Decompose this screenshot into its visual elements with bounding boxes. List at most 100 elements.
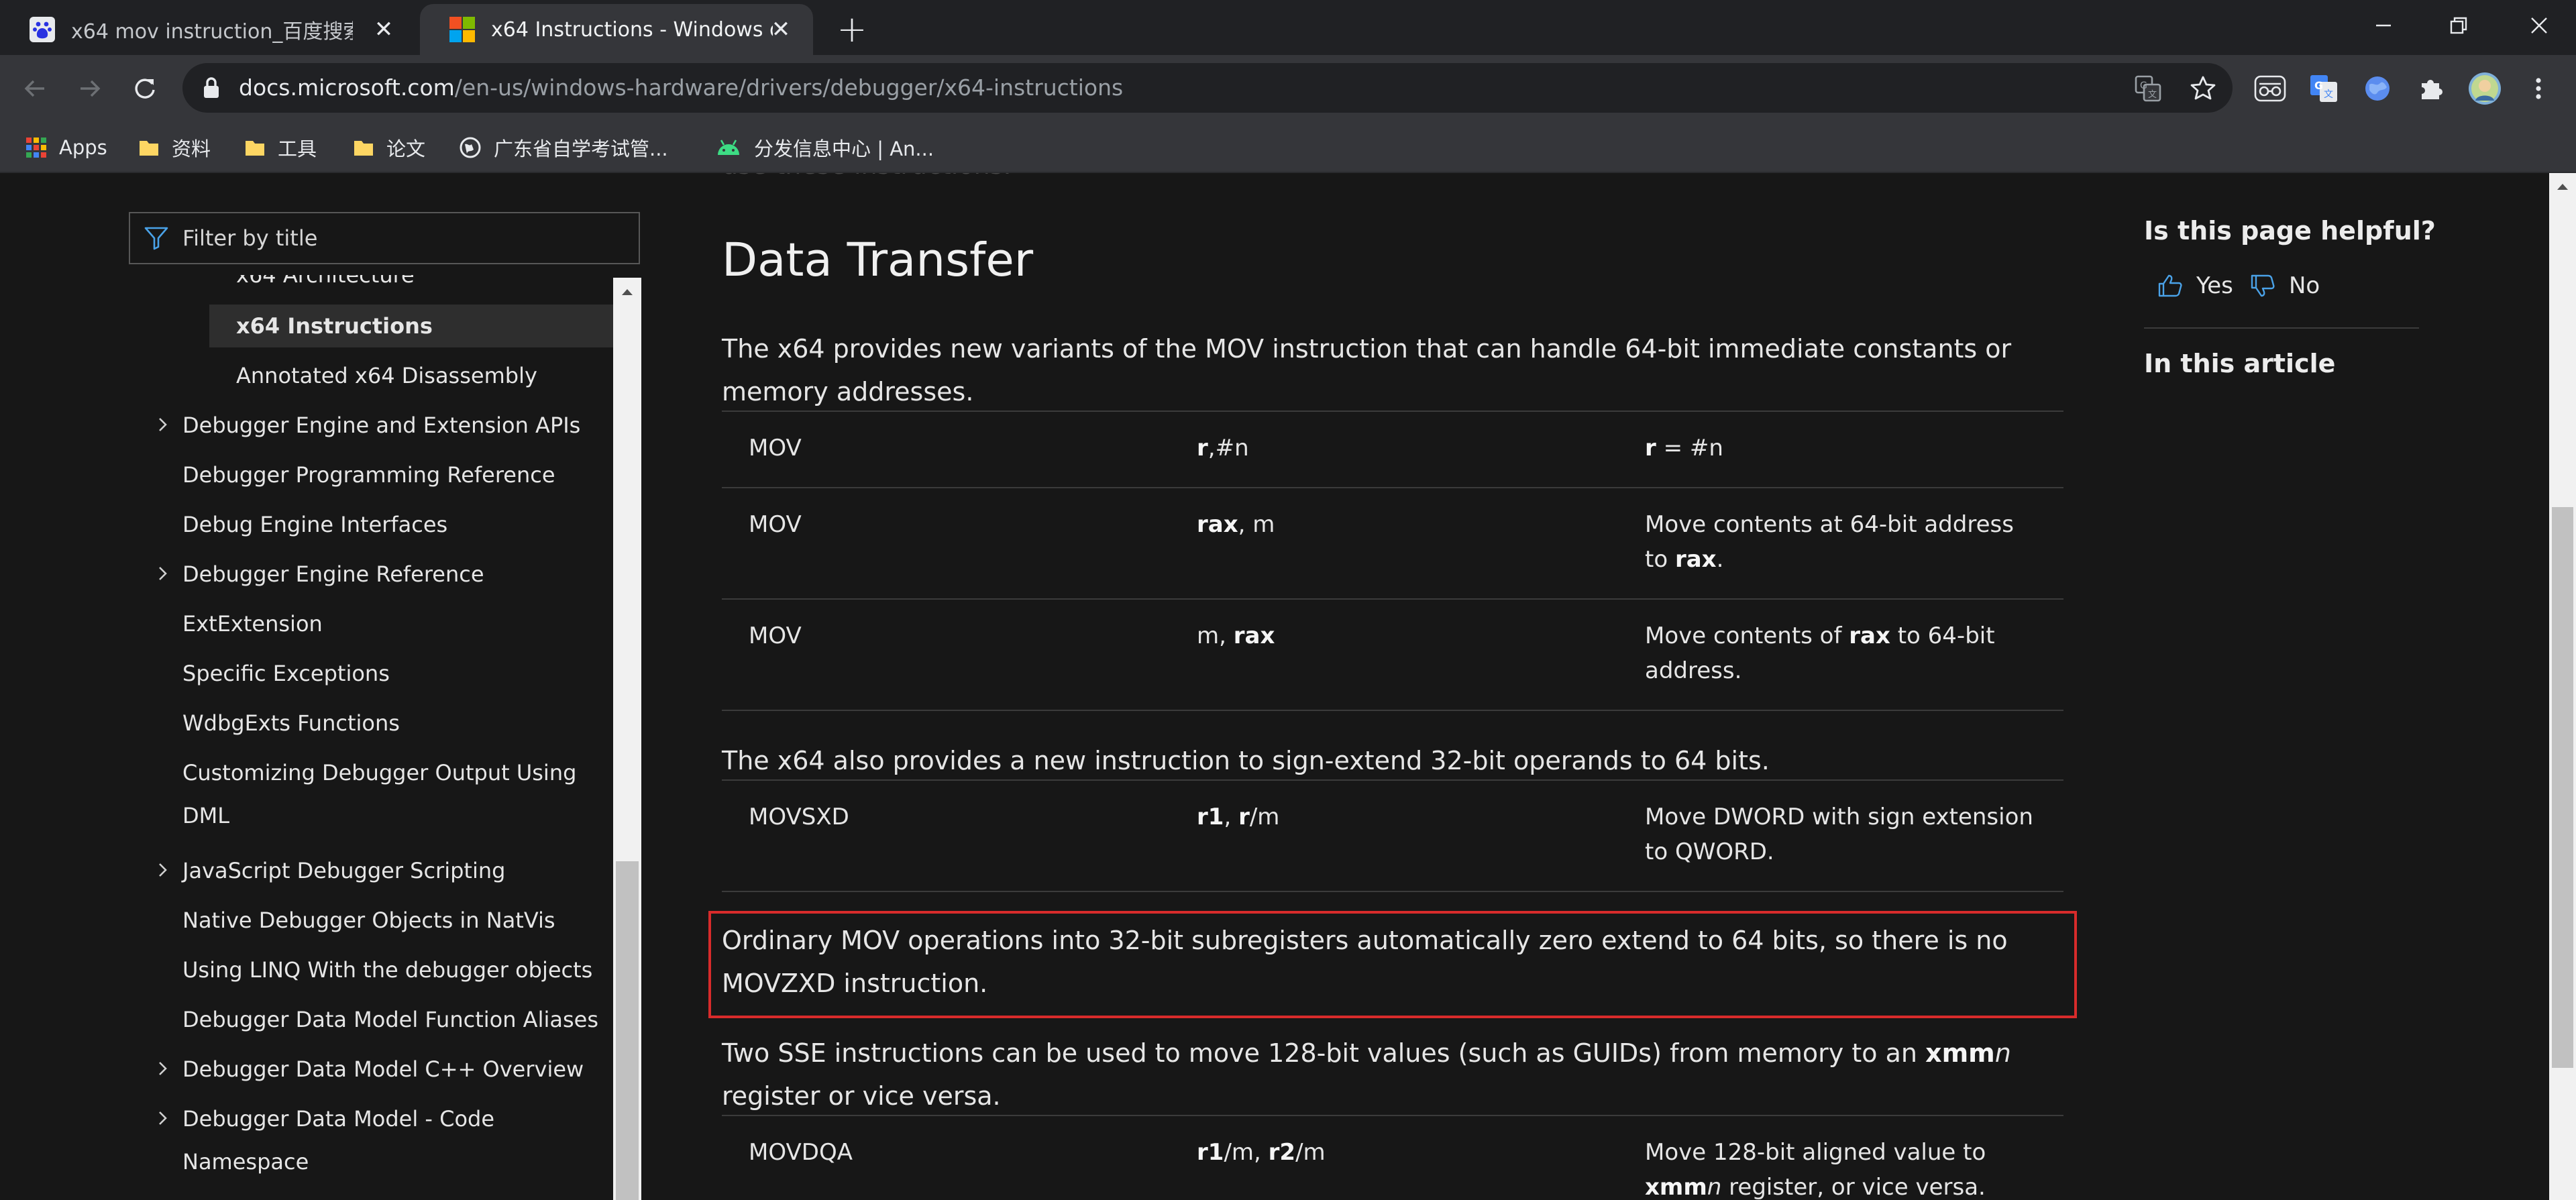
microsoft-logo-icon bbox=[449, 17, 475, 42]
text-run: . bbox=[1716, 546, 1724, 573]
toc-item[interactable]: x64 Architecture bbox=[236, 275, 415, 296]
apps-grid-icon bbox=[25, 137, 47, 158]
scroll-up-arrow-icon[interactable] bbox=[613, 278, 641, 306]
toc-scrollbar[interactable] bbox=[613, 278, 641, 1200]
page-scrollbar[interactable] bbox=[2549, 173, 2576, 1200]
bookmark-label: Apps bbox=[59, 136, 107, 159]
toc-scroll-thumb[interactable] bbox=[616, 861, 639, 1200]
scroll-up-arrow-icon[interactable] bbox=[2549, 173, 2576, 200]
toc-item-label: Debugger Programming Reference bbox=[182, 462, 555, 488]
page-viewport: x64 Architecture x64 Instructions Annotate… bbox=[0, 173, 2576, 1200]
text-run: r bbox=[1197, 435, 1208, 461]
text-run: r2 bbox=[1268, 1139, 1296, 1166]
toc-item-label: Customizing Debugger Output Using bbox=[182, 760, 577, 785]
toc-item[interactable]: Annotated x64 Disassembly bbox=[236, 354, 537, 397]
address-bar[interactable]: docs.microsoft.com/en-us/windows-hardwar… bbox=[182, 63, 2233, 113]
tab-x64-instructions[interactable]: x64 Instructions - Windows drivers ✕ bbox=[420, 4, 813, 55]
page-scroll-thumb[interactable] bbox=[2552, 507, 2573, 1068]
bookmark-folder-ziliao[interactable]: 资料 bbox=[138, 122, 211, 173]
chevron-right-icon[interactable] bbox=[154, 1060, 172, 1077]
google-translate-ext-icon[interactable]: G文 bbox=[2305, 70, 2343, 107]
text-run: Move contents of bbox=[1645, 622, 1849, 649]
minimize-icon[interactable] bbox=[2347, 0, 2420, 51]
instruction-operands: rax, m bbox=[1170, 488, 1618, 600]
toc-item[interactable]: Native Debugger Objects in NatVis bbox=[182, 899, 555, 942]
new-tab-plus-icon[interactable]: + bbox=[832, 11, 872, 51]
feedback-no-button[interactable]: No bbox=[2250, 267, 2320, 305]
table-row: MOVSXD r1, r/m Move DWORD with sign extens… bbox=[722, 779, 2063, 892]
chevron-right-icon[interactable] bbox=[154, 416, 172, 433]
toc-item[interactable]: Debugger Engine and Extension APIs bbox=[159, 404, 580, 447]
forward-arrow-icon[interactable] bbox=[70, 68, 110, 109]
toc-item[interactable]: Customizing Debugger Output Using DML bbox=[182, 751, 576, 837]
bookmark-android-dashboard[interactable]: 分发信息中心 | An... bbox=[715, 122, 934, 173]
toc-item-label: ExtExtension bbox=[182, 611, 323, 637]
back-arrow-icon[interactable] bbox=[15, 68, 55, 109]
text-run: n bbox=[1994, 1038, 2011, 1068]
more-menu-icon[interactable] bbox=[2520, 70, 2557, 107]
window-close-icon[interactable] bbox=[2502, 0, 2576, 51]
toc-item[interactable]: Debugger Engine Reference bbox=[159, 553, 484, 596]
bookmark-folder-lunwen[interactable]: 论文 bbox=[353, 122, 425, 173]
bookmarks-bar: Apps 资料 工具 论文 广东省自学考试管... 分发信息中心 | An... bbox=[0, 122, 2576, 173]
toc-item[interactable]: Debug Engine Interfaces bbox=[182, 503, 447, 546]
svg-text:G: G bbox=[2140, 80, 2147, 91]
extensions-puzzle-icon[interactable] bbox=[2412, 70, 2450, 107]
svg-text:文: 文 bbox=[2148, 90, 2157, 100]
bookmark-apps[interactable]: Apps bbox=[25, 122, 107, 173]
faded-paragraph-text: use these instructions. bbox=[722, 173, 1012, 180]
toc-item[interactable]: JavaScript Debugger Scripting bbox=[159, 849, 505, 892]
text-run: m, bbox=[1197, 622, 1234, 649]
toc-item[interactable]: Debugger Data Model - Code Namespace bbox=[159, 1097, 494, 1183]
toc-item[interactable]: ExtExtension bbox=[182, 602, 323, 645]
android-icon bbox=[715, 138, 742, 158]
reload-icon[interactable] bbox=[125, 68, 165, 109]
toc-item[interactable]: Using LINQ With the debugger objects bbox=[182, 948, 592, 991]
close-icon[interactable]: ✕ bbox=[767, 16, 794, 43]
bookmark-label: 论文 bbox=[386, 138, 426, 160]
profile-avatar-icon[interactable] bbox=[2466, 70, 2504, 107]
url-host: docs.microsoft.com bbox=[239, 74, 455, 101]
instruction-table-mov: MOV r,#n r = #n MOV rax, m Move contents at 6… bbox=[722, 411, 2063, 711]
instruction-description: Move contents of rax to 64-bit address. bbox=[1618, 599, 2063, 711]
text-run: /m bbox=[1295, 1139, 1326, 1166]
restore-icon[interactable] bbox=[2422, 0, 2496, 51]
chevron-right-icon[interactable] bbox=[154, 1109, 172, 1127]
toc-item[interactable]: Debugger Data Model C++ Overview bbox=[159, 1048, 584, 1091]
table-row: MOV m, rax Move contents of rax to 64-bit … bbox=[722, 599, 2063, 711]
instruction-description: Move contents at 64-bit address to rax. bbox=[1618, 488, 2063, 600]
toc-item[interactable]: Debugger Programming Reference bbox=[182, 453, 555, 496]
chevron-right-icon[interactable] bbox=[154, 861, 172, 879]
instruction-table-movdqa: MOVDQA r1/m, r2/m Move 128-bit aligned val… bbox=[722, 1115, 2063, 1200]
instruction-description: r = #n bbox=[1618, 411, 2063, 488]
tab-baidu-search[interactable]: x64 mov instruction_百度搜索 ✕ bbox=[0, 4, 416, 55]
filter-input[interactable] bbox=[182, 225, 625, 251]
text-run: register, or vice versa. bbox=[1721, 1174, 1986, 1200]
instruction-description: Move DWORD with sign extension to QWORD. bbox=[1618, 779, 2063, 892]
toc-item[interactable]: Specific Exceptions bbox=[182, 652, 390, 695]
instruction-mnemonic: MOV bbox=[722, 488, 1170, 600]
toc-item-label: Annotated x64 Disassembly bbox=[236, 363, 537, 388]
feedback-yes-button[interactable]: Yes bbox=[2157, 267, 2233, 305]
filter-box[interactable] bbox=[129, 212, 640, 264]
chevron-right-icon[interactable] bbox=[154, 565, 172, 582]
incognito-glasses-icon[interactable] bbox=[2251, 70, 2289, 107]
toc-item[interactable]: WdbgExts Functions bbox=[182, 702, 400, 745]
section-heading: Data Transfer bbox=[722, 233, 1034, 287]
bookmark-guangdong-exam[interactable]: 广东省自学考试管... bbox=[459, 122, 668, 173]
toc-item[interactable]: x64 Instructions bbox=[209, 305, 613, 347]
text-run: = #n bbox=[1656, 435, 1723, 461]
tab-strip: x64 mov instruction_百度搜索 ✕ x64 Instructi… bbox=[0, 0, 2576, 55]
toc-item[interactable]: Debugger Data Model Function Aliases bbox=[182, 998, 598, 1041]
bookmark-folder-gongju[interactable]: 工具 bbox=[244, 122, 317, 173]
text-run: rax bbox=[1674, 546, 1717, 573]
instruction-operands: r,#n bbox=[1170, 411, 1618, 488]
globe-ext-icon[interactable] bbox=[2359, 70, 2396, 107]
translate-icon[interactable]: G 文 bbox=[2133, 74, 2163, 103]
bookmark-label: 分发信息中心 | An... bbox=[754, 138, 934, 160]
close-icon[interactable]: ✕ bbox=[370, 16, 397, 43]
no-label: No bbox=[2289, 272, 2320, 299]
bookmark-star-icon[interactable] bbox=[2188, 74, 2218, 103]
instruction-table-movsxd: MOVSXD r1, r/m Move DWORD with sign extens… bbox=[722, 779, 2063, 892]
instruction-mnemonic: MOVDQA bbox=[722, 1115, 1170, 1200]
